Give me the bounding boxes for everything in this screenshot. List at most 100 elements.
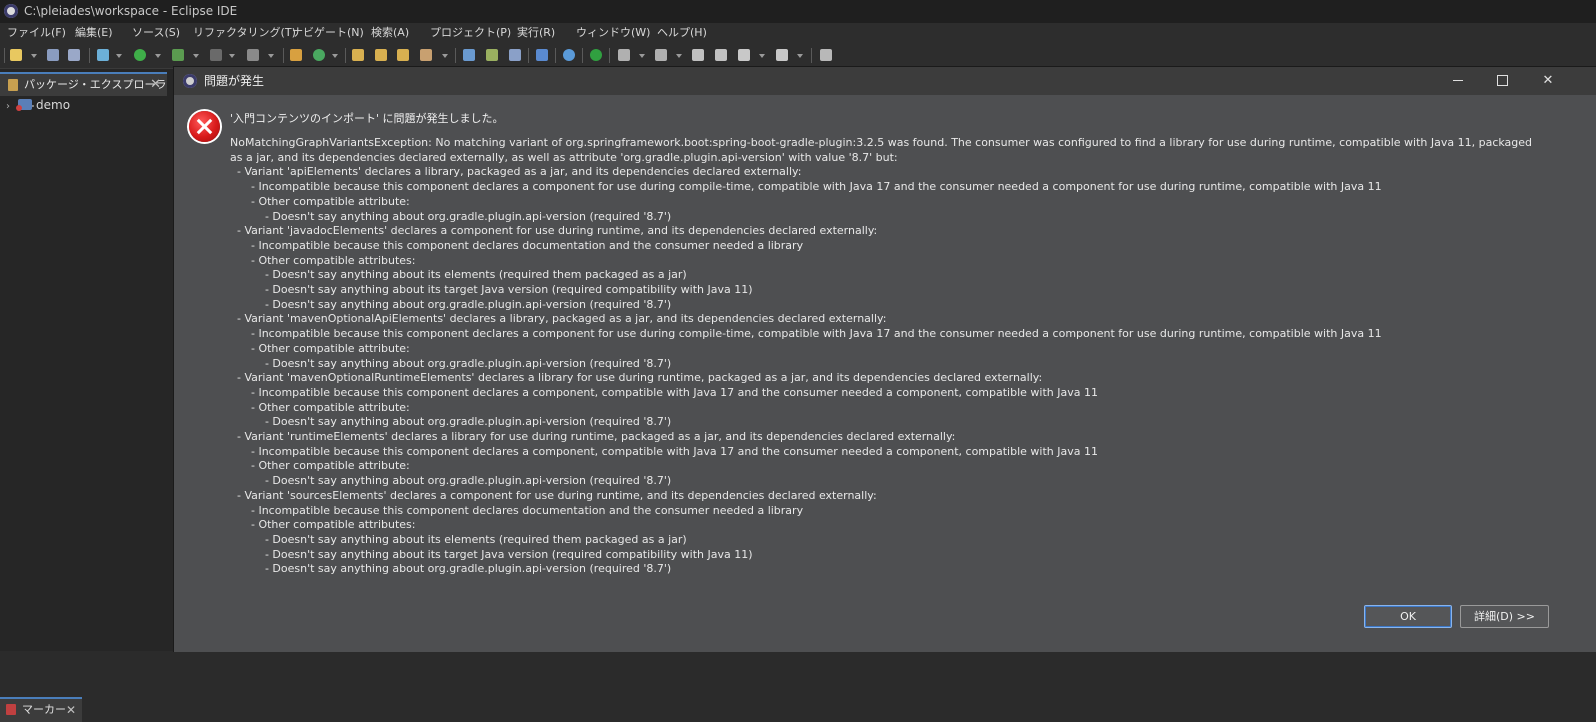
window-titlebar: C:\pleiades\workspace - Eclipse IDE xyxy=(0,0,1596,23)
new-class-icon[interactable] xyxy=(313,49,325,61)
error-detail-line: - Other compatible attributes: xyxy=(230,253,416,267)
stop-icon[interactable] xyxy=(210,49,222,61)
package-explorer-panel: パッケージ・エクスプローラー ✕ › demo マーカー ✕ xyxy=(0,69,173,722)
open-folder-icon[interactable] xyxy=(397,49,409,61)
window-title: C:\pleiades\workspace - Eclipse IDE xyxy=(24,4,238,18)
details-button[interactable]: 詳細(D) >> xyxy=(1460,605,1549,628)
next-edit-icon[interactable] xyxy=(715,49,727,61)
error-detail-line: - Other compatible attributes: xyxy=(230,518,416,532)
forward-dropdown-icon[interactable] xyxy=(797,54,803,58)
error-detail-line: - Incompatible because this component de… xyxy=(230,385,1098,399)
error-detail-line: - Doesn't say anything about its target … xyxy=(230,283,753,297)
error-icon xyxy=(189,111,220,142)
tab-package-explorer[interactable]: パッケージ・エクスプローラー ✕ xyxy=(0,72,167,113)
open-type-icon[interactable] xyxy=(352,49,364,61)
error-detail-line: - Incompatible because this component de… xyxy=(230,444,1098,458)
error-detail-line: - Incompatible because this component de… xyxy=(230,180,1382,194)
error-detail-line: - Doesn't say anything about org.gradle.… xyxy=(230,209,672,223)
menu-edit[interactable]: 編集(E) xyxy=(75,23,113,43)
open-perspective-icon[interactable] xyxy=(618,49,630,61)
new-dropdown-icon[interactable] xyxy=(31,54,37,58)
show-whitespace-icon[interactable] xyxy=(536,49,548,61)
save-icon[interactable] xyxy=(47,49,59,61)
tree-item-demo[interactable]: › demo xyxy=(6,96,70,114)
dialog-title: 問題が発生 xyxy=(204,74,265,88)
pin-editor-icon[interactable] xyxy=(820,49,832,61)
error-details-text: NoMatchingGraphVariantsException: No mat… xyxy=(230,136,1540,577)
save-all-icon[interactable] xyxy=(68,49,80,61)
menu-help[interactable]: ヘルプ(H) xyxy=(657,23,707,43)
error-detail-line: - Other compatible attribute: xyxy=(230,341,410,355)
project-icon xyxy=(16,99,32,111)
new-class-dropdown-icon[interactable] xyxy=(332,54,338,58)
new-java-package-icon[interactable] xyxy=(290,49,302,61)
last-edit-icon[interactable] xyxy=(692,49,704,61)
dialog-titlebar[interactable]: 問題が発生 ✕ xyxy=(174,67,1596,95)
error-detail-line: - Doesn't say anything about its element… xyxy=(230,268,687,282)
error-detail-line: - Variant 'javadocElements' declares a c… xyxy=(230,224,878,238)
mark-occurrences-icon[interactable] xyxy=(486,49,498,61)
close-button[interactable]: ✕ xyxy=(1525,67,1571,95)
error-detail-line: - Variant 'sourcesElements' declares a c… xyxy=(230,488,877,502)
eclipse-logo-icon xyxy=(183,74,197,88)
error-detail-line: - Variant 'runtimeElements' declares a l… xyxy=(230,430,956,444)
run-dropdown-icon[interactable] xyxy=(155,54,161,58)
maximize-button[interactable] xyxy=(1479,67,1525,95)
package-explorer-icon xyxy=(8,79,18,91)
minimize-icon xyxy=(1453,80,1463,81)
search-tool-icon[interactable] xyxy=(420,49,432,61)
annotation-nav-icon[interactable] xyxy=(655,49,667,61)
dialog-heading: '入門コンテンツのインポート' に問題が発生しました。 xyxy=(230,112,504,125)
search-dropdown-icon[interactable] xyxy=(442,54,448,58)
back-arrow-icon[interactable] xyxy=(738,49,750,61)
error-detail-line: - Doesn't say anything about org.gradle.… xyxy=(230,415,672,429)
expand-chevron-icon[interactable]: › xyxy=(6,98,16,116)
block-selection-icon[interactable] xyxy=(509,49,521,61)
error-detail-line: - Variant 'mavenOptionalRuntimeElements'… xyxy=(230,371,1043,385)
tab-markers[interactable]: マーカー ✕ xyxy=(0,697,82,722)
open-task-icon[interactable] xyxy=(375,49,387,61)
error-first-line: NoMatchingGraphVariantsException: No mat… xyxy=(230,136,1533,164)
error-detail-line: - Incompatible because this component de… xyxy=(230,327,1382,341)
error-detail-line: - Doesn't say anything about org.gradle.… xyxy=(230,474,672,488)
stop-dropdown-icon[interactable] xyxy=(229,54,235,58)
menu-navigate[interactable]: ナビゲート(N) xyxy=(292,23,364,43)
forward-arrow-icon[interactable] xyxy=(776,49,788,61)
back-dropdown-icon[interactable] xyxy=(759,54,765,58)
eclipse-logo-icon xyxy=(4,4,18,18)
menu-project[interactable]: プロジェクト(P) xyxy=(430,23,511,43)
error-detail-line: - Variant 'mavenOptionalApiElements' dec… xyxy=(230,312,887,326)
menu-refactor[interactable]: リファクタリング(T) xyxy=(193,23,296,43)
menu-search[interactable]: 検索(A) xyxy=(371,23,409,43)
run-icon[interactable] xyxy=(134,49,146,61)
server-start-icon[interactable] xyxy=(590,49,602,61)
menu-source[interactable]: ソース(S) xyxy=(132,23,180,43)
menu-file[interactable]: ファイル(F) xyxy=(7,23,66,43)
problem-dialog: 問題が発生 ✕ '入門コンテンツのインポート' に問題が発生しました。 NoMa… xyxy=(173,66,1596,652)
minimize-button[interactable] xyxy=(1435,67,1481,95)
run-coverage-icon[interactable] xyxy=(172,49,184,61)
tools-icon[interactable] xyxy=(247,49,259,61)
annotation-nav-dropdown-icon[interactable] xyxy=(676,54,682,58)
close-icon[interactable]: ✕ xyxy=(66,699,76,721)
settings-gear-icon[interactable] xyxy=(563,49,575,61)
menu-run[interactable]: 実行(R) xyxy=(517,23,555,43)
annotation-icon[interactable] xyxy=(463,49,475,61)
error-detail-line: - Other compatible attribute: xyxy=(230,459,410,473)
tree-item-label: demo xyxy=(36,98,71,112)
coverage-dropdown-icon[interactable] xyxy=(193,54,199,58)
error-detail-line: - Other compatible attribute: xyxy=(230,194,410,208)
tools-dropdown-icon[interactable] xyxy=(268,54,274,58)
error-detail-line: - Doesn't say anything about its element… xyxy=(230,532,687,546)
error-detail-line: - Doesn't say anything about its target … xyxy=(230,547,753,561)
new-icon[interactable] xyxy=(10,49,22,61)
error-detail-line: - Variant 'apiElements' declares a libra… xyxy=(230,165,802,179)
menu-window[interactable]: ウィンドウ(W) xyxy=(576,23,650,43)
error-detail-line: - Incompatible because this component de… xyxy=(230,503,804,517)
ok-button[interactable]: OK xyxy=(1364,605,1452,628)
perspective-dropdown-icon[interactable] xyxy=(639,54,645,58)
close-icon[interactable]: ✕ xyxy=(150,74,161,96)
debug-dropdown-icon[interactable] xyxy=(116,54,122,58)
debug-icon[interactable] xyxy=(97,49,109,61)
error-detail-line: - Doesn't say anything about org.gradle.… xyxy=(230,356,672,370)
